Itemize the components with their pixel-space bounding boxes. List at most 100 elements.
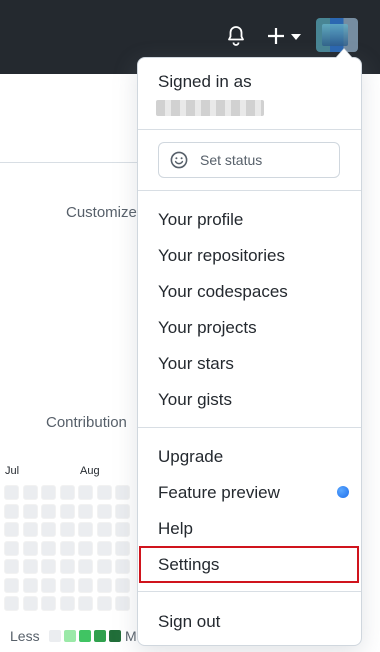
menu-item-label: Feature preview [158, 483, 280, 502]
contribution-cell [41, 522, 56, 537]
contribution-cell [115, 522, 130, 537]
legend-square [79, 630, 92, 642]
contribution-cell [22, 559, 38, 574]
contribution-cell [96, 485, 112, 500]
contribution-cell [115, 540, 130, 556]
contribution-cell [4, 596, 19, 611]
contribution-cell [115, 577, 130, 593]
contribution-cell [22, 522, 38, 537]
user-dropdown-menu: Signed in as Set status Your profile You… [137, 57, 362, 646]
legend-square [49, 630, 62, 642]
legend-more: M [125, 628, 137, 644]
menu-item-sign-out[interactable]: Sign out [138, 603, 361, 639]
contribution-cell [22, 596, 38, 611]
contribution-cell [78, 596, 93, 611]
contribution-cell [59, 522, 75, 537]
menu-item-your-projects[interactable]: Your projects [138, 309, 361, 345]
caret-down-icon [291, 34, 301, 40]
contribution-cell [115, 485, 130, 500]
contribution-cell [59, 559, 75, 574]
menu-divider [138, 591, 361, 592]
contribution-cell [41, 577, 56, 593]
page-divider [0, 162, 140, 163]
menu-item-your-profile[interactable]: Your profile [138, 201, 361, 237]
contribution-cell [4, 522, 19, 537]
legend-square [94, 630, 107, 642]
menu-item-label: Your stars [158, 354, 234, 373]
user-avatar[interactable] [316, 18, 358, 52]
legend-less: Less [10, 628, 40, 644]
blurred-username [156, 100, 264, 116]
menu-item-label: Sign out [158, 612, 221, 631]
contribution-cell [78, 559, 93, 574]
plus-icon [268, 28, 284, 44]
menu-item-help[interactable]: Help [138, 510, 361, 546]
menu-divider [138, 190, 361, 191]
menu-item-your-stars[interactable]: Your stars [138, 345, 361, 381]
contribution-cell [96, 503, 112, 519]
contribution-cell [22, 485, 38, 500]
menu-item-label: Your codespaces [158, 282, 288, 301]
contribution-cell [4, 577, 19, 593]
contribution-cell [115, 503, 130, 519]
contribution-cell [96, 522, 112, 537]
contribution-cell [78, 503, 93, 519]
contribution-cell [4, 503, 19, 519]
menu-item-your-codespaces[interactable]: Your codespaces [138, 273, 361, 309]
smiley-icon [170, 151, 188, 169]
contribution-cell [78, 485, 93, 500]
legend-square [109, 630, 122, 642]
contribution-cell [22, 577, 38, 593]
month-label: Jul [5, 465, 20, 477]
contribution-cell [78, 540, 93, 556]
contribution-cell [41, 540, 56, 556]
menu-item-your-gists[interactable]: Your gists [138, 381, 361, 417]
create-new-button[interactable] [264, 24, 304, 48]
contribution-cell [4, 559, 19, 574]
signed-in-as-label: Signed in as [158, 72, 252, 91]
menu-divider [138, 427, 361, 428]
contribution-cell [22, 540, 38, 556]
month-label: Aug [80, 465, 100, 477]
contribution-cell [115, 559, 130, 574]
contribution-cell [4, 485, 19, 500]
contribution-cell [59, 577, 75, 593]
contribution-cell [4, 540, 19, 556]
contribution-cell [59, 503, 75, 519]
menu-caret [336, 49, 352, 58]
menu-item-label: Help [158, 519, 193, 538]
contribution-cell [41, 559, 56, 574]
menu-item-your-repositories[interactable]: Your repositories [138, 237, 361, 273]
contribution-cell [96, 577, 112, 593]
contribution-legend: Less M [10, 628, 137, 644]
contribution-cell [41, 596, 56, 611]
set-status-label: Set status [200, 152, 263, 168]
menu-item-label: Your gists [158, 390, 233, 409]
contribution-cell [96, 559, 112, 574]
set-status-button[interactable]: Set status [158, 142, 340, 178]
feature-preview-dot-icon [337, 486, 349, 498]
menu-item-upgrade[interactable]: Upgrade [138, 438, 361, 474]
contributions-label: Contribution [46, 414, 127, 431]
settings-highlight [139, 546, 359, 583]
contribution-cell [59, 540, 75, 556]
bell-icon [228, 26, 244, 46]
contribution-cell [59, 485, 75, 500]
customize-label[interactable]: Customize [66, 204, 137, 221]
contribution-cell [96, 596, 112, 611]
contribution-cell [59, 596, 75, 611]
contribution-cell [41, 485, 56, 500]
contribution-cell [41, 503, 56, 519]
contribution-cell [78, 522, 93, 537]
notifications-button[interactable] [224, 24, 248, 48]
menu-item-label: Your repositories [158, 246, 285, 265]
contribution-cell [22, 503, 38, 519]
menu-item-label: Upgrade [158, 447, 224, 466]
contribution-cell [78, 577, 93, 593]
menu-item-label: Your profile [158, 210, 244, 229]
menu-divider [138, 129, 361, 130]
contribution-cell [96, 540, 112, 556]
legend-square [64, 630, 77, 642]
menu-item-feature-preview[interactable]: Feature preview [138, 474, 361, 510]
contribution-cell [115, 596, 130, 611]
